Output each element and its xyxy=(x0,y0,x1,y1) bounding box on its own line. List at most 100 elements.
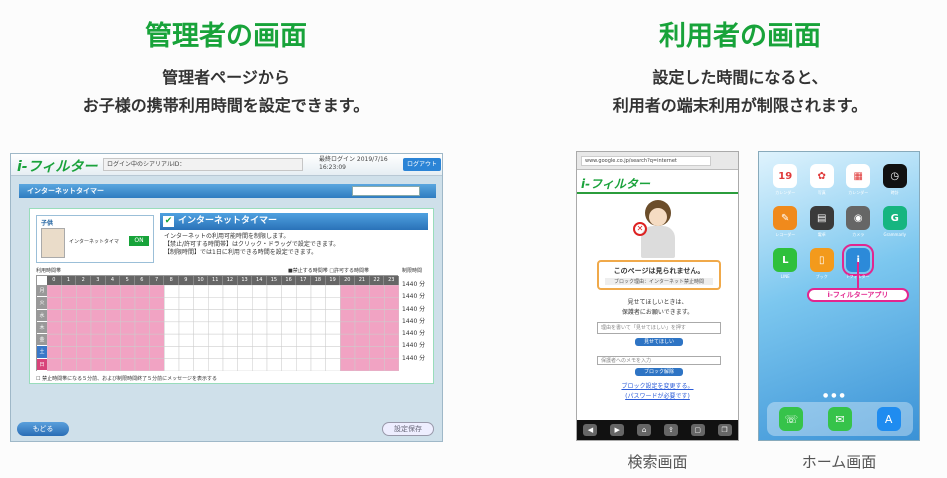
time-cell-forbidden[interactable] xyxy=(90,346,106,359)
time-cell-forbidden[interactable] xyxy=(340,333,356,347)
time-cell-forbidden[interactable] xyxy=(340,309,356,323)
time-cell-forbidden[interactable] xyxy=(120,333,136,347)
time-cell-allowed[interactable] xyxy=(281,346,297,359)
time-cell-forbidden[interactable] xyxy=(105,309,121,323)
time-cell-allowed[interactable] xyxy=(281,285,297,298)
time-cell-forbidden[interactable] xyxy=(90,358,106,371)
time-cell-allowed[interactable] xyxy=(164,358,180,371)
time-cell-forbidden[interactable] xyxy=(120,346,136,359)
time-cells[interactable] xyxy=(47,285,399,371)
time-cell-allowed[interactable] xyxy=(222,346,238,359)
time-cell-forbidden[interactable] xyxy=(120,358,136,371)
time-cell-allowed[interactable] xyxy=(237,321,253,335)
app-icon[interactable]: G Grammarly xyxy=(877,206,914,238)
time-cell-allowed[interactable] xyxy=(164,321,180,335)
limit-value[interactable]: 1440 分 xyxy=(402,328,432,340)
child-card[interactable]: 子供 インターネットタイマ ON xyxy=(36,215,154,263)
time-cell-forbidden[interactable] xyxy=(61,285,77,298)
time-cell-forbidden[interactable] xyxy=(369,358,385,371)
time-cell-forbidden[interactable] xyxy=(105,346,121,359)
toolbar-button-icon[interactable]: ❐ xyxy=(717,424,732,436)
time-cell-allowed[interactable] xyxy=(296,358,312,371)
limit-value[interactable]: 1440 分 xyxy=(402,279,432,291)
time-cell-forbidden[interactable] xyxy=(369,333,385,347)
time-cell-allowed[interactable] xyxy=(325,358,341,371)
time-cell-allowed[interactable] xyxy=(281,321,297,335)
time-cell-forbidden[interactable] xyxy=(134,309,150,323)
time-cell-allowed[interactable] xyxy=(310,309,326,323)
time-cell-allowed[interactable] xyxy=(325,297,341,310)
time-cell-allowed[interactable] xyxy=(325,333,341,347)
time-cell-allowed[interactable] xyxy=(237,285,253,298)
time-cell-forbidden[interactable] xyxy=(340,346,356,359)
time-cell-allowed[interactable] xyxy=(325,309,341,323)
time-cell-allowed[interactable] xyxy=(266,285,282,298)
time-cell-forbidden[interactable] xyxy=(61,358,77,371)
settings-link-line[interactable]: (パスワードが必要です) xyxy=(577,392,738,402)
time-cell-forbidden[interactable] xyxy=(369,309,385,323)
time-cell-allowed[interactable] xyxy=(296,297,312,310)
time-cell-forbidden[interactable] xyxy=(149,285,165,298)
time-cell-forbidden[interactable] xyxy=(47,297,62,310)
time-cell-forbidden[interactable] xyxy=(369,321,385,335)
time-cell-allowed[interactable] xyxy=(325,321,341,335)
time-cell-allowed[interactable] xyxy=(237,297,253,310)
time-cell-allowed[interactable] xyxy=(252,297,268,310)
limit-value[interactable]: 1440 分 xyxy=(402,316,432,328)
time-cell-allowed[interactable] xyxy=(178,358,194,371)
time-cell-allowed[interactable] xyxy=(208,346,224,359)
time-cell-allowed[interactable] xyxy=(178,333,194,347)
time-cell-forbidden[interactable] xyxy=(76,333,92,347)
time-cell-forbidden[interactable] xyxy=(134,346,150,359)
time-cell-forbidden[interactable] xyxy=(47,285,62,298)
time-cell-forbidden[interactable] xyxy=(149,321,165,335)
time-cell-forbidden[interactable] xyxy=(384,358,399,371)
time-cell-forbidden[interactable] xyxy=(134,285,150,298)
unblock-button[interactable]: ブロック解除 xyxy=(635,368,683,376)
time-cell-allowed[interactable] xyxy=(266,358,282,371)
child-select[interactable] xyxy=(352,186,420,196)
timer-toggle[interactable]: ON xyxy=(129,236,149,246)
save-button[interactable]: 設定保存 xyxy=(382,422,434,436)
time-cell-forbidden[interactable] xyxy=(134,297,150,310)
time-cell-allowed[interactable] xyxy=(193,346,209,359)
time-cell-forbidden[interactable] xyxy=(354,358,370,371)
app-icon[interactable]: ▦ カレンダー xyxy=(840,164,877,196)
time-cell-forbidden[interactable] xyxy=(369,285,385,298)
time-cell-allowed[interactable] xyxy=(296,321,312,335)
time-cell-forbidden[interactable] xyxy=(105,358,121,371)
time-cell-forbidden[interactable] xyxy=(340,321,356,335)
time-cell-forbidden[interactable] xyxy=(105,333,121,347)
time-cell-allowed[interactable] xyxy=(281,333,297,347)
time-cell-allowed[interactable] xyxy=(266,297,282,310)
time-cell-forbidden[interactable] xyxy=(354,297,370,310)
time-cell-allowed[interactable] xyxy=(310,297,326,310)
time-cell-forbidden[interactable] xyxy=(61,297,77,310)
time-cell-allowed[interactable] xyxy=(281,358,297,371)
time-cell-forbidden[interactable] xyxy=(90,285,106,298)
toolbar-button-icon[interactable]: ▶ xyxy=(610,424,625,436)
time-cell-forbidden[interactable] xyxy=(134,321,150,335)
time-cell-forbidden[interactable] xyxy=(76,358,92,371)
time-cell-forbidden[interactable] xyxy=(61,309,77,323)
time-cell-forbidden[interactable] xyxy=(354,309,370,323)
toolbar-button-icon[interactable]: ◀ xyxy=(583,424,598,436)
time-cell-allowed[interactable] xyxy=(296,285,312,298)
time-cell-allowed[interactable] xyxy=(178,309,194,323)
time-cell-forbidden[interactable] xyxy=(61,321,77,335)
dock-app-icon[interactable]: A xyxy=(876,407,901,431)
time-cell-allowed[interactable] xyxy=(281,297,297,310)
time-cell-allowed[interactable] xyxy=(237,346,253,359)
time-cell-forbidden[interactable] xyxy=(340,297,356,310)
time-cell-forbidden[interactable] xyxy=(149,358,165,371)
time-cell-allowed[interactable] xyxy=(266,309,282,323)
time-cell-forbidden[interactable] xyxy=(149,346,165,359)
app-icon[interactable]: ✎ レコーダー xyxy=(767,206,804,238)
time-cell-allowed[interactable] xyxy=(164,346,180,359)
time-cell-forbidden[interactable] xyxy=(76,309,92,323)
time-cell-forbidden[interactable] xyxy=(369,346,385,359)
time-cell-allowed[interactable] xyxy=(178,297,194,310)
time-cell-forbidden[interactable] xyxy=(61,346,77,359)
time-cell-forbidden[interactable] xyxy=(354,333,370,347)
time-cell-allowed[interactable] xyxy=(266,346,282,359)
